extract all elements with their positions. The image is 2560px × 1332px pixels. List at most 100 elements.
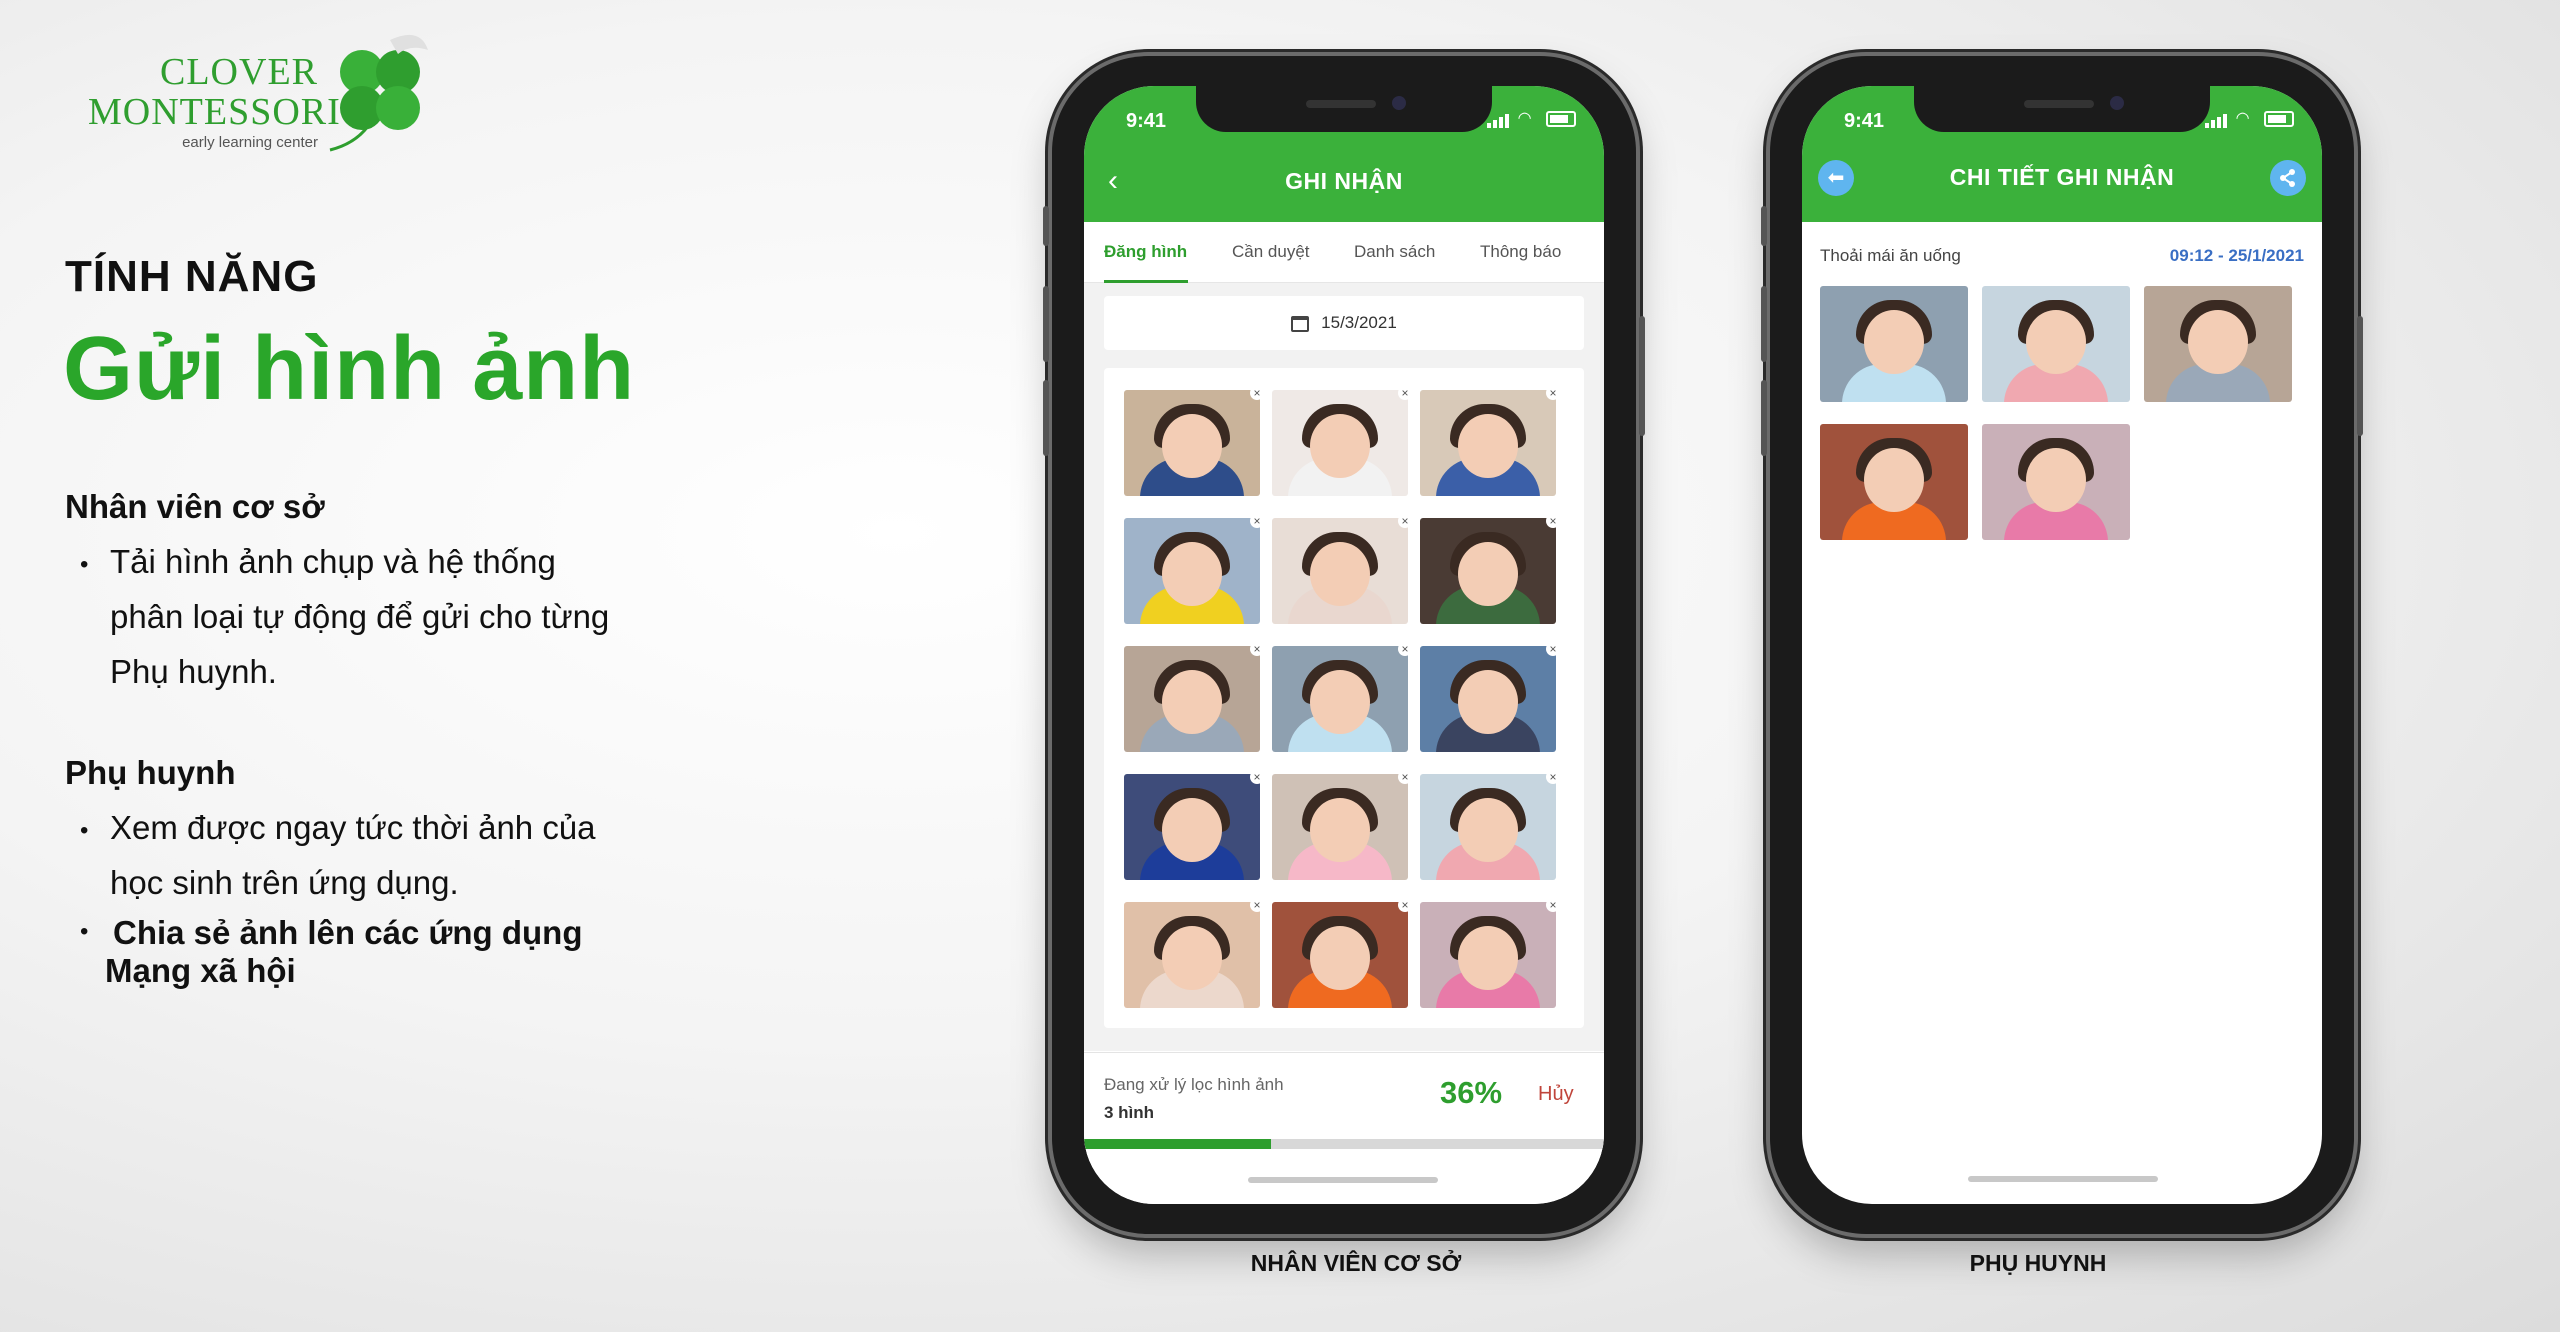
photo-subject <box>1864 448 1924 512</box>
photo-subject <box>1162 542 1222 606</box>
tab-dang-hinh[interactable]: Đăng hình <box>1104 242 1187 262</box>
photo-thumbnail[interactable] <box>1420 518 1556 624</box>
tab-danh-sach[interactable]: Danh sách <box>1354 242 1435 262</box>
bullet-dot: • <box>80 817 89 844</box>
staff-tabs: Đăng hình Cần duyệt Danh sách Thông báo <box>1084 222 1604 283</box>
close-icon[interactable]: × <box>1250 642 1264 656</box>
photo-thumbnail[interactable] <box>1124 774 1260 880</box>
photo-thumbnail[interactable] <box>2144 286 2292 402</box>
photo-thumbnail[interactable] <box>1272 774 1408 880</box>
photo-subject <box>1458 926 1518 990</box>
photo-subject <box>1458 414 1518 478</box>
photo-subject <box>1310 414 1370 478</box>
clover-montessori-logo: CLOVER MONTESSORI early learning center <box>88 22 448 172</box>
close-icon[interactable]: × <box>1250 514 1264 528</box>
photo-thumbnail[interactable] <box>1124 518 1260 624</box>
status-icons: ◠ <box>2205 108 2294 128</box>
close-icon[interactable]: × <box>1546 770 1560 784</box>
phone-notch <box>1196 86 1492 132</box>
feature-title: Gửi hình ảnh <box>63 319 636 419</box>
bullet-line: Phụ huynh. <box>110 653 277 690</box>
staff-phone-caption: NHÂN VIÊN CƠ SỞ <box>1250 1250 1462 1276</box>
close-icon[interactable]: × <box>1250 770 1264 784</box>
phone-side-button <box>1639 316 1645 436</box>
photo-thumbnail[interactable] <box>1272 646 1408 752</box>
parent-screen-title: CHI TIẾT GHI NHẬN <box>1949 164 2175 190</box>
close-icon[interactable]: × <box>1398 642 1412 656</box>
battery-icon <box>2264 110 2294 127</box>
photo-subject <box>1458 670 1518 734</box>
photo-thumbnail[interactable] <box>1124 390 1260 496</box>
close-icon[interactable]: × <box>1546 642 1560 656</box>
close-icon[interactable]: × <box>1398 898 1412 912</box>
photo-thumbnail[interactable] <box>1272 902 1408 1008</box>
photo-thumbnail[interactable] <box>1124 902 1260 1008</box>
photo-subject <box>2026 310 2086 374</box>
logo-tagline: early learning center <box>182 134 318 151</box>
photo-thumbnail[interactable] <box>1272 518 1408 624</box>
clover-logo-icon <box>329 34 428 152</box>
bullet-dot: • <box>80 918 89 945</box>
upload-progress-bar: Đang xử lý lọc hình ảnh 3 hình 36% Hủy <box>1084 1052 1604 1204</box>
photo-subject <box>1310 670 1370 734</box>
cancel-button[interactable]: Hủy <box>1538 1083 1574 1106</box>
photo-thumbnail[interactable] <box>1272 390 1408 496</box>
staff-bullet-1: Tải hình ảnh chụp và hệ thống phân loại … <box>110 534 710 699</box>
photo-subject <box>2026 448 2086 512</box>
photo-thumbnail[interactable] <box>1820 286 1968 402</box>
close-icon[interactable]: × <box>1250 386 1264 400</box>
bullet-line: Xem được ngay tức thời ảnh của <box>110 809 596 846</box>
photo-thumbnail[interactable] <box>1982 286 2130 402</box>
parent-bullet-1: Xem được ngay tức thời ảnh của học sinh … <box>110 800 710 910</box>
photo-subject <box>1458 542 1518 606</box>
photo-thumbnail[interactable] <box>1982 424 2130 540</box>
photo-subject <box>1458 798 1518 862</box>
parent-phone-caption: PHỤ HUYNH <box>1969 1250 2107 1276</box>
share-icon[interactable] <box>2270 160 2306 196</box>
battery-icon <box>1546 110 1576 127</box>
photo-thumbnail[interactable] <box>1124 646 1260 752</box>
phone-staff: 9:41 ◠ ‹ GHI NHẬN Đăng hình Cần duyệt Da… <box>1043 56 1645 1234</box>
bullet-line: Chia sẻ ảnh lên các ứng dụng <box>113 914 583 951</box>
photo-subject <box>1310 926 1370 990</box>
home-indicator <box>1968 1176 2158 1182</box>
wifi-icon: ◠ <box>2235 110 2252 127</box>
staff-section-heading: Nhân viên cơ sở <box>65 488 325 525</box>
record-time: 09:12 - 25/1/2021 <box>2169 246 2304 265</box>
photo-thumbnail[interactable] <box>1420 646 1556 752</box>
phone-side-button <box>1761 286 1767 362</box>
photo-thumbnail[interactable] <box>1420 390 1556 496</box>
phone-side-button <box>1043 286 1049 362</box>
phone-notch <box>1914 86 2210 132</box>
bullet-dot: • <box>80 551 89 578</box>
photo-subject <box>1162 926 1222 990</box>
close-icon[interactable]: × <box>1546 386 1560 400</box>
photo-subject <box>1162 670 1222 734</box>
photo-subject <box>1864 310 1924 374</box>
photo-thumbnail[interactable] <box>1820 424 1968 540</box>
close-icon[interactable]: × <box>1398 770 1412 784</box>
parent-screen: 9:41 ◠ ⬅ CHI TIẾT GHI NHẬN Thoải mái ăn … <box>1802 86 2322 1204</box>
signal-icon <box>1487 110 1511 128</box>
progress-fill <box>1084 1139 1272 1149</box>
close-icon[interactable]: × <box>1398 386 1412 400</box>
status-time: 9:41 <box>1126 110 1167 132</box>
progress-track <box>1084 1139 1604 1149</box>
close-icon[interactable]: × <box>1398 514 1412 528</box>
close-icon[interactable]: × <box>1250 898 1264 912</box>
date-picker-field[interactable]: 15/3/2021 <box>1104 296 1584 350</box>
close-icon[interactable]: × <box>1546 514 1560 528</box>
photo-subject <box>1162 798 1222 862</box>
bullet-line: Mạng xã hội <box>105 952 296 989</box>
photo-thumbnail[interactable] <box>1420 774 1556 880</box>
tab-can-duyet[interactable]: Cần duyệt <box>1232 242 1310 262</box>
close-icon[interactable]: × <box>1546 898 1560 912</box>
phone-side-button <box>1761 380 1767 456</box>
photo-subject <box>1310 542 1370 606</box>
record-label: Thoải mái ăn uống <box>1820 246 1961 265</box>
photo-thumbnail[interactable] <box>1420 902 1556 1008</box>
phone-parent: 9:41 ◠ ⬅ CHI TIẾT GHI NHẬN Thoải mái ăn … <box>1761 56 2363 1234</box>
tab-thong-bao[interactable]: Thông báo <box>1480 242 1561 262</box>
staff-screen-title: GHI NHẬN <box>1285 168 1403 194</box>
status-time: 9:41 <box>1844 110 1885 132</box>
